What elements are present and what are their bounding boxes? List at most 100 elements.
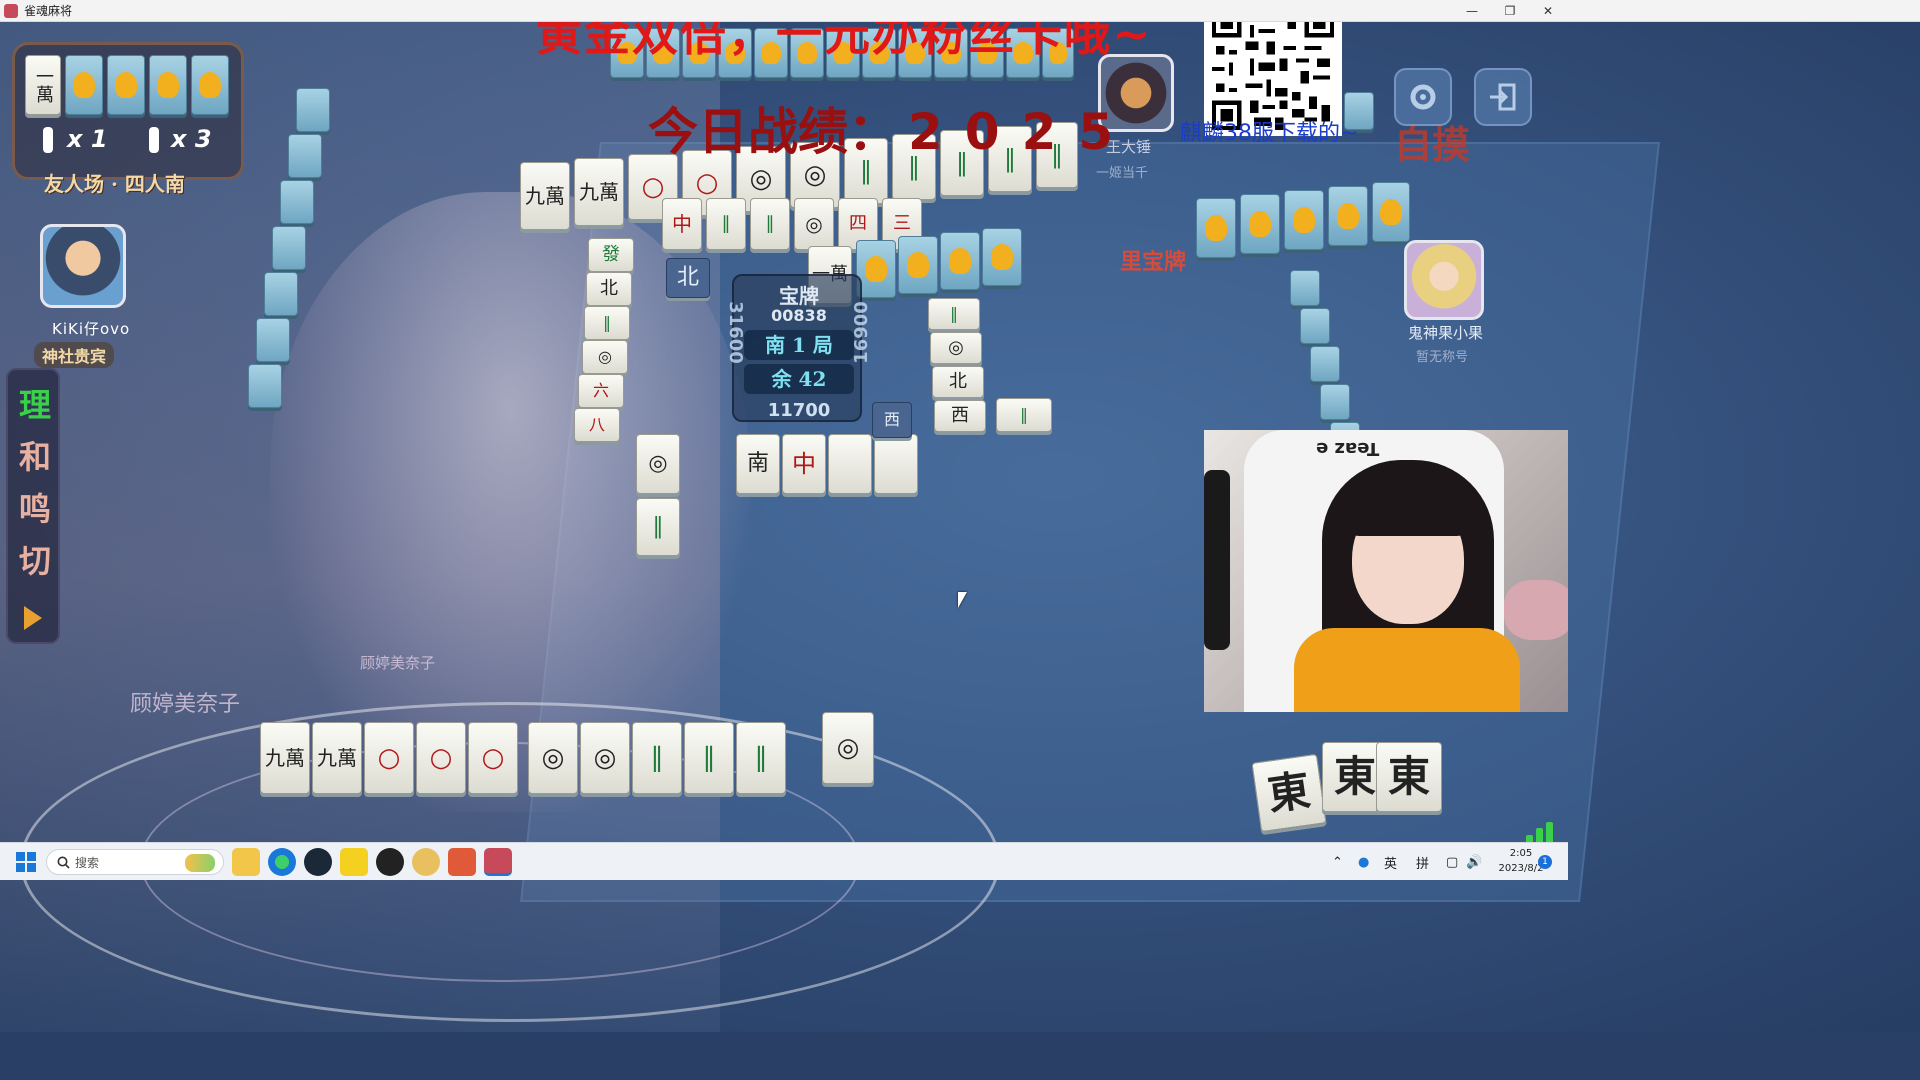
discard-tile: 發	[588, 238, 634, 272]
tray-chevron-icon[interactable]: ⌃	[1332, 843, 1343, 881]
opponent-top-title: 一姬当千	[1096, 166, 1149, 181]
mahjong-soul-icon[interactable]	[484, 848, 512, 876]
room-type-label: 友人场 · 四人南	[44, 172, 185, 196]
opponent-right-title: 暂无称号	[1416, 350, 1469, 365]
hand-tile[interactable]: ○	[416, 722, 466, 794]
discard-tile: 九萬	[574, 158, 624, 226]
discard-tile: ‖	[636, 498, 680, 556]
self-nickname: 顾婷美奈子	[130, 692, 241, 717]
hand-tile[interactable]: ‖	[736, 722, 786, 794]
volume-icon[interactable]: 🔊	[1466, 843, 1482, 881]
riichi-counter: x 1	[67, 125, 108, 153]
windows-start-icon[interactable]	[12, 848, 40, 876]
hand-tile[interactable]: ◎	[528, 722, 578, 794]
search-placeholder: 搜索	[75, 855, 100, 870]
round-indicator: 南 1 局	[744, 330, 854, 360]
display-icon[interactable]: ▢	[1446, 843, 1458, 881]
qr-caption: 麒麟38服下载的~	[1180, 121, 1359, 146]
window-titlebar: 雀魂麻将 — ❐ ✕	[0, 0, 1920, 22]
discard-tile: 南	[736, 434, 780, 494]
no-call-button[interactable]: 鸣	[14, 484, 56, 528]
screen: 雀魂麻将 — ❐ ✕ 九萬 九萬 ○ ○ ◎ ◎ ‖ ‖ ‖ ‖ ‖ 中 ‖ ‖…	[0, 0, 1920, 1080]
settings-icon[interactable]	[1394, 68, 1452, 126]
score-bottom: 11700	[767, 400, 831, 421]
discard-tile: 中	[782, 434, 826, 494]
player-avatar[interactable]	[40, 224, 126, 308]
plush-toy	[1504, 580, 1568, 640]
file-explorer-icon[interactable]	[232, 848, 260, 876]
close-icon[interactable]: ✕	[1526, 0, 1570, 22]
hand-tile[interactable]: ‖	[632, 722, 682, 794]
hand-tile[interactable]: ○	[468, 722, 518, 794]
wall-indicator-panel: 一萬 x 1 x 3	[12, 42, 244, 180]
windows-taskbar: 搜索 ⌃ ● 英 拼 ▢ 🔊 2:05 2023/8/2 1	[0, 842, 1568, 880]
exit-icon[interactable]	[1474, 68, 1532, 126]
discard-tile: 北	[932, 366, 984, 398]
auto-arrange-button[interactable]: 理	[14, 380, 56, 424]
discard-tile: ◎	[582, 340, 628, 374]
discard-tile: 九萬	[520, 162, 570, 230]
taskbar-search-box[interactable]: 搜索	[46, 849, 224, 875]
riichi-stick-icon	[43, 127, 53, 153]
discard-tile: 西	[934, 400, 986, 432]
discard-tile: ◎	[636, 434, 680, 494]
daily-record-value: 2025	[908, 103, 1136, 161]
round-info-panel: 宝牌 00838 南 1 局 余 42 11700	[732, 274, 862, 422]
mouse-cursor	[958, 592, 967, 608]
search-highlight-icon	[185, 854, 215, 872]
drawn-tile[interactable]: ◎	[822, 712, 874, 784]
discard-tile: ‖	[928, 298, 980, 330]
meld-tile: 東	[1251, 753, 1327, 833]
hand-tile[interactable]: 九萬	[260, 722, 310, 794]
player-name: KiKi仔ovo	[52, 320, 131, 338]
streamer-shirt	[1294, 628, 1520, 712]
app-icon-red[interactable]	[448, 848, 476, 876]
discard-tile: ‖	[706, 198, 746, 250]
expand-arrow-icon[interactable]	[24, 606, 42, 630]
microphone	[1204, 470, 1230, 650]
chair-logo: Teaz e	[1316, 438, 1380, 459]
indicator-tile: 一萬	[25, 55, 61, 115]
discard-tile: 八	[574, 408, 620, 442]
wind-north-tile: 北	[666, 258, 710, 298]
webcam-feed: Teaz e	[1204, 430, 1568, 712]
steam-icon[interactable]	[304, 848, 332, 876]
microphone-icon[interactable]: ●	[1358, 843, 1369, 881]
discard-tile	[874, 434, 918, 494]
meld-tile: 東	[1376, 742, 1442, 812]
app-icon-black[interactable]	[376, 848, 404, 876]
dora-label: 宝牌	[779, 284, 819, 308]
score-right: 16900	[850, 301, 872, 364]
discard-tile: 北	[586, 272, 632, 306]
self-nickname-small: 顾婷美奈子	[360, 654, 436, 672]
hand-tile[interactable]: ◎	[580, 722, 630, 794]
ime-language[interactable]: 英	[1384, 843, 1397, 881]
discard-tile: ◎	[794, 198, 834, 250]
auto-win-button[interactable]: 和	[14, 432, 56, 476]
score-top: 00838	[771, 306, 827, 325]
hand-tile[interactable]: ‖	[684, 722, 734, 794]
app-icon	[4, 3, 18, 18]
discard-tile: ◎	[930, 332, 982, 364]
app-icon-yellow[interactable]	[340, 848, 368, 876]
app-icon-owl[interactable]	[412, 848, 440, 876]
ura-dora-label: 里宝牌	[1120, 249, 1187, 275]
hand-tile[interactable]: ○	[364, 722, 414, 794]
search-icon	[57, 856, 70, 869]
discard-tile: 中	[662, 198, 702, 250]
daily-record: 今日战绩： 2025	[648, 92, 1135, 164]
auto-action-menu: 理 和 鸣 切	[6, 368, 60, 644]
player-title-badge: 神社贵宾	[34, 342, 115, 368]
game-canvas[interactable]: 九萬 九萬 ○ ○ ◎ ◎ ‖ ‖ ‖ ‖ ‖ 中 ‖ ‖ ◎ 四 三 發 北 …	[0, 22, 1920, 1032]
discard-tile: ‖	[584, 306, 630, 340]
hand-tile[interactable]: 九萬	[312, 722, 362, 794]
auto-discard-button[interactable]: 切	[14, 536, 56, 580]
edge-icon[interactable]	[268, 848, 296, 876]
ime-mode[interactable]: 拼	[1416, 843, 1429, 881]
opponent-right-name: 鬼神果小果	[1408, 324, 1484, 342]
discard-tile	[828, 434, 872, 494]
opponent-right-avatar[interactable]	[1404, 240, 1484, 320]
daily-record-label: 今日战绩：	[648, 102, 898, 161]
notification-badge[interactable]: 1	[1538, 855, 1552, 869]
tiles-remaining: 余 42	[744, 364, 854, 394]
